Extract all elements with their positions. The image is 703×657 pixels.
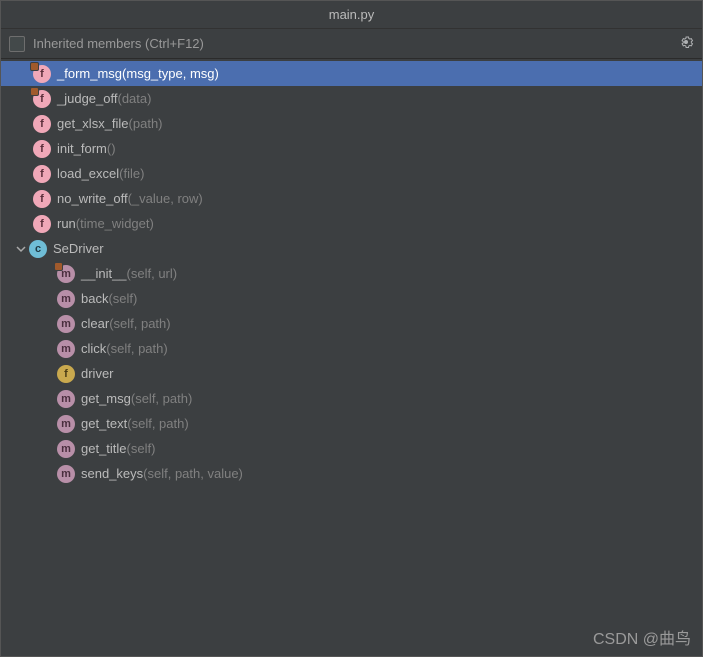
tree-item[interactable]: f driver [1,361,702,386]
tree-item[interactable]: m get_text(self, path) [1,411,702,436]
structure-tree[interactable]: f _form_msg(msg_type, msg) f _judge_off(… [1,59,702,656]
tree-item[interactable]: f no_write_off(_value, row) [1,186,702,211]
toolbar-left: Inherited members (Ctrl+F12) [9,36,204,52]
gear-icon[interactable] [678,34,694,53]
item-sig: (time_widget) [76,216,154,231]
private-badge [54,262,63,271]
tree-item[interactable]: m get_title(self) [1,436,702,461]
item-sig: (self, path) [109,316,170,331]
item-sig: (data) [118,91,152,106]
function-icon: f [33,215,51,233]
method-icon: m [57,315,75,333]
item-name: clear [81,316,109,331]
item-sig: (self, path) [131,391,192,406]
tree-item[interactable]: f run(time_widget) [1,211,702,236]
item-sig: (self) [108,291,137,306]
function-icon: f [33,140,51,158]
item-name: driver [81,366,114,381]
tree-item[interactable]: m clear(self, path) [1,311,702,336]
tree-item[interactable]: m get_msg(self, path) [1,386,702,411]
titlebar: main.py [1,1,702,29]
inherited-checkbox[interactable] [9,36,25,52]
item-name: send_keys [81,466,143,481]
tree-item[interactable]: m back(self) [1,286,702,311]
item-sig: (self, path) [106,341,167,356]
tree-item[interactable]: m __init__(self, url) [1,261,702,286]
function-icon: f [33,65,51,83]
item-sig: (self) [127,441,156,456]
item-sig: (msg_type, msg) [122,66,219,81]
item-name: __init__ [81,266,127,281]
method-icon: m [57,265,75,283]
item-sig: (self, path) [127,416,188,431]
field-icon: f [57,365,75,383]
structure-window: main.py Inherited members (Ctrl+F12) f _… [0,0,703,657]
tree-item[interactable]: m click(self, path) [1,336,702,361]
item-name: get_title [81,441,127,456]
tree-item[interactable]: f get_xlsx_file(path) [1,111,702,136]
tree-item-class[interactable]: c SeDriver [1,236,702,261]
method-icon: m [57,415,75,433]
item-name: load_excel [57,166,119,181]
item-sig: (self, path, value) [143,466,243,481]
tree-item[interactable]: f init_form() [1,136,702,161]
item-name: get_text [81,416,127,431]
function-icon: f [33,115,51,133]
method-icon: m [57,465,75,483]
item-sig: (path) [129,116,163,131]
tree-item[interactable]: f load_excel(file) [1,161,702,186]
inherited-label: Inherited members (Ctrl+F12) [33,36,204,51]
item-name: get_msg [81,391,131,406]
chevron-down-icon[interactable] [13,244,29,254]
private-badge [30,62,39,71]
item-sig: (self, url) [127,266,178,281]
tree-item[interactable]: f _form_msg(msg_type, msg) [1,61,702,86]
method-icon: m [57,290,75,308]
method-icon: m [57,340,75,358]
item-sig: () [107,141,116,156]
method-icon: m [57,440,75,458]
item-name: run [57,216,76,231]
item-name: _judge_off [57,91,118,106]
tree-item[interactable]: f _judge_off(data) [1,86,702,111]
class-icon: c [29,240,47,258]
function-icon: f [33,90,51,108]
function-icon: f [33,165,51,183]
method-icon: m [57,390,75,408]
item-name: init_form [57,141,107,156]
toolbar: Inherited members (Ctrl+F12) [1,29,702,59]
item-name: SeDriver [53,241,104,256]
tree-item[interactable]: m send_keys(self, path, value) [1,461,702,486]
item-name: back [81,291,108,306]
window-title: main.py [329,7,375,22]
function-icon: f [33,190,51,208]
item-name: click [81,341,106,356]
item-name: no_write_off [57,191,128,206]
item-name: get_xlsx_file [57,116,129,131]
item-sig: (_value, row) [128,191,203,206]
private-badge [30,87,39,96]
item-name: _form_msg [57,66,122,81]
item-sig: (file) [119,166,144,181]
